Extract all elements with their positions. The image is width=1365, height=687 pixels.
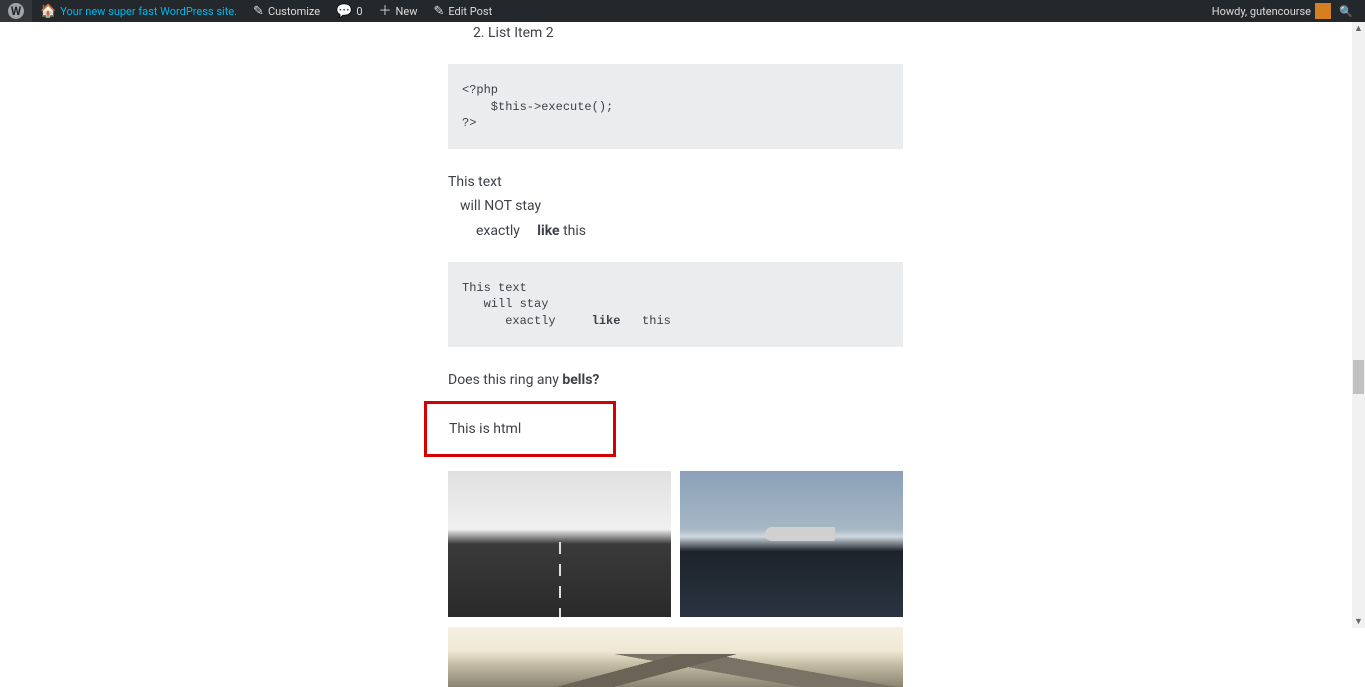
comment-icon: 💬: [336, 5, 352, 18]
gallery-block: [448, 471, 903, 687]
edit-post-menu[interactable]: ✎ Edit Post: [425, 0, 500, 22]
gallery-row: [448, 471, 903, 617]
scrollbar-thumb[interactable]: [1353, 360, 1364, 394]
customize-label: Customize: [268, 5, 320, 18]
list-item: List Item 2: [488, 22, 903, 44]
edit-icon: ✎: [433, 5, 444, 18]
paragraph-block: This text will NOT stay exactly like thi…: [448, 171, 903, 242]
wp-admin-bar: W 🏠 Your new super fast WordPress site. …: [0, 0, 1365, 22]
customize-menu[interactable]: ✎ Customize: [245, 0, 328, 22]
html-block-highlighted: This is html: [424, 401, 616, 457]
edit-post-label: Edit Post: [448, 5, 492, 18]
new-content-menu[interactable]: ＋ New: [371, 0, 426, 22]
site-name-label: Your new super fast WordPress site.: [60, 5, 237, 18]
scrollbar-down-button[interactable]: ▼: [1352, 615, 1365, 628]
gallery-image-mountains[interactable]: [448, 627, 903, 687]
account-menu[interactable]: Howdy, gutencourse: [1204, 0, 1335, 22]
admin-bar-right: Howdy, gutencourse 🔍: [1204, 0, 1357, 22]
howdy-label: Howdy, gutencourse: [1212, 5, 1311, 18]
wordpress-icon: W: [8, 3, 24, 19]
text-line: This text: [448, 171, 903, 193]
post-content: List Item 2 <?php $this->execute(); ?> T…: [448, 0, 903, 687]
search-button[interactable]: 🔍: [1335, 0, 1357, 22]
scrollbar-up-button[interactable]: ▲: [1352, 22, 1365, 35]
vertical-scrollbar[interactable]: ▲ ▼: [1352, 22, 1365, 628]
dashboard-icon: 🏠: [40, 5, 56, 18]
admin-bar-left: W 🏠 Your new super fast WordPress site. …: [0, 0, 500, 22]
paragraph-block: Does this ring any bells?: [448, 369, 903, 391]
page-content: List Item 2 <?php $this->execute(); ?> T…: [0, 0, 1352, 687]
gallery-image-plane[interactable]: [680, 471, 903, 617]
html-block-text: This is html: [449, 421, 521, 437]
text-line: will NOT stay: [460, 195, 903, 217]
scrollbar-track[interactable]: [1352, 35, 1365, 615]
new-label: New: [396, 5, 418, 18]
wp-logo-menu[interactable]: W: [0, 0, 32, 22]
ordered-list: List Item 2: [488, 22, 903, 44]
search-icon: 🔍: [1339, 5, 1353, 18]
text-line: exactly like this: [476, 220, 903, 242]
comments-count: 0: [356, 5, 362, 18]
plus-icon: ＋: [379, 5, 392, 18]
code-block-preformatted: This text will stay exactly like this: [448, 262, 903, 347]
site-name-menu[interactable]: 🏠 Your new super fast WordPress site.: [32, 0, 245, 22]
comments-menu[interactable]: 💬 0: [328, 0, 370, 22]
avatar: [1315, 3, 1331, 19]
customize-icon: ✎: [253, 5, 264, 18]
gallery-image-road[interactable]: [448, 471, 671, 617]
code-block-php: <?php $this->execute(); ?>: [448, 64, 903, 149]
